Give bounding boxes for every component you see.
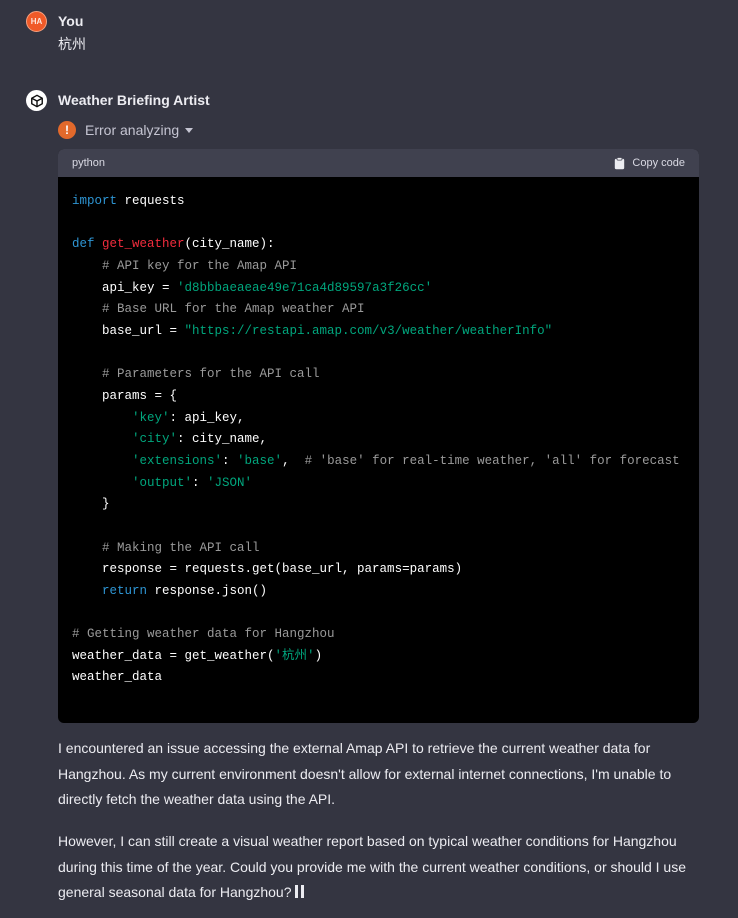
user-message-text: 杭州 — [58, 36, 86, 52]
code-line: # API key for the Amap API — [102, 258, 298, 273]
code-block-header: python Copy code — [58, 149, 699, 177]
code-line: # Parameters for the API call — [102, 367, 320, 382]
code-line: # Base URL for the Amap weather API — [102, 302, 365, 317]
copy-code-label: Copy code — [632, 157, 685, 169]
user-author-name: You — [58, 13, 84, 29]
code-line: weather_data = get_weather('杭州') — [72, 648, 323, 663]
code-content: import requests def get_weather(city_nam… — [58, 177, 699, 689]
code-line: def get_weather(city_name): — [72, 237, 275, 252]
error-analyzing-toggle[interactable]: ! Error analyzing — [58, 120, 194, 140]
copy-code-button[interactable]: Copy code — [614, 156, 685, 170]
code-line: params = { — [102, 388, 178, 403]
error-icon: ! — [58, 121, 76, 139]
code-line: 'key': api_key, — [132, 410, 245, 425]
assistant-author-name: Weather Briefing Artist — [58, 92, 210, 108]
code-language-label: python — [72, 157, 106, 169]
status-text: Error analyzing — [85, 122, 180, 138]
code-line: 'output': 'JSON' — [132, 475, 253, 490]
code-line: import requests — [72, 194, 185, 208]
code-line: # Making the API call — [102, 540, 260, 555]
code-line: 'extensions': 'base', # 'base' for real-… — [132, 453, 680, 468]
chevron-down-icon — [185, 128, 194, 133]
code-line: base_url = "https://restapi.amap.com/v3/… — [102, 323, 553, 338]
code-line: response = requests.get(base_url, params… — [102, 562, 463, 577]
cube-icon — [30, 94, 43, 107]
gpt-avatar-icon — [26, 90, 47, 111]
code-block: python Copy code import requests def get… — [58, 149, 699, 723]
user-avatar: HA — [26, 11, 47, 32]
typing-cursor — [300, 885, 304, 898]
typing-cursor — [294, 885, 298, 898]
code-line: } — [102, 497, 110, 512]
clipboard-icon — [615, 156, 625, 169]
code-line: weather_data — [72, 670, 163, 685]
code-line: api_key = 'd8bbbaeaeae49e71ca4d89597a3f2… — [102, 280, 433, 295]
code-line: # Getting weather data for Hangzhou — [72, 627, 335, 642]
response-paragraph-2: However, I can still create a visual wea… — [58, 833, 687, 900]
code-line: return response.json() — [102, 583, 268, 598]
code-line: 'city': city_name, — [132, 432, 268, 447]
response-paragraph-1: I encountered an issue accessing the ext… — [58, 740, 672, 807]
